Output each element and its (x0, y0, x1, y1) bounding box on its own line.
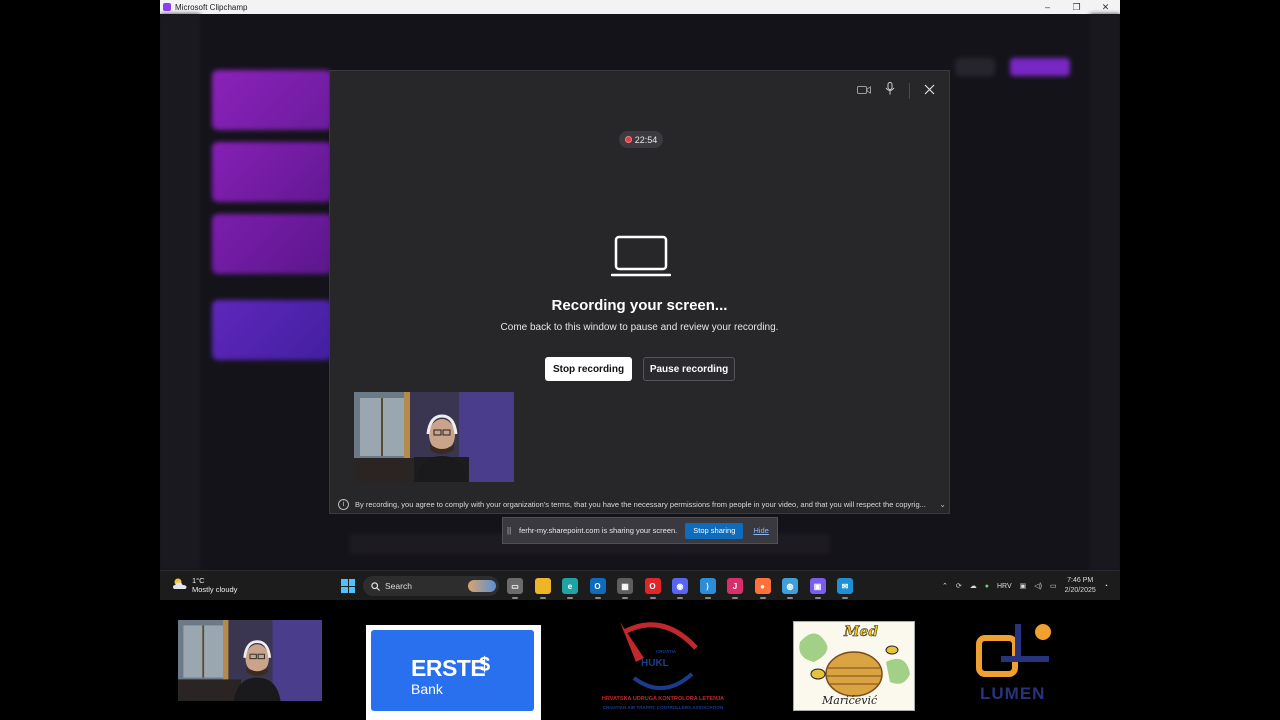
dialog-top-icons (857, 82, 935, 99)
edge-icon[interactable]: e (562, 578, 578, 599)
clipchamp-icon[interactable]: ▣ (809, 578, 826, 599)
start-button[interactable] (341, 579, 355, 593)
med-maricevic-logo: Med Marićević (793, 621, 915, 711)
record-dot-icon (624, 136, 632, 143)
hide-link[interactable]: Hide (753, 526, 768, 535)
task-view-icon[interactable]: ▭ (507, 578, 523, 599)
taskbar: 1°C Mostly cloudy Search ▭ e O ▦ O ◉ ⟩ J ● ◍ ▣ ✉ ⌃ … (160, 570, 1120, 600)
search-icon (371, 581, 380, 591)
hukl-line2: CROATIAN AIR TRAFFIC CONTROLLERS ASSOCIA… (602, 705, 724, 710)
right-rail (1090, 14, 1120, 570)
chevron-up-icon[interactable]: ⌃ (942, 582, 948, 590)
close-icon[interactable] (924, 83, 935, 99)
clipchamp-icon (163, 3, 171, 11)
info-icon: i (338, 498, 349, 510)
laptop-icon (611, 235, 671, 277)
left-rail (160, 14, 200, 570)
file-explorer-icon[interactable] (534, 578, 551, 599)
webcam-preview (354, 392, 514, 482)
recording-timer: 22:54 (619, 131, 663, 148)
template-thumbnail (212, 214, 332, 274)
recording-dialog: 22:54 Recording your screen... Come back… (329, 70, 950, 514)
mail-icon[interactable]: ✉ (837, 578, 853, 599)
erste-name: ERSTE (411, 655, 486, 681)
disclaimer-text: By recording, you agree to comply with y… (355, 499, 926, 509)
cloud-icon (173, 578, 187, 589)
network-icon[interactable]: ▣ (1020, 582, 1027, 590)
stop-recording-button[interactable]: Stop recording (545, 357, 632, 381)
toolbar-button (955, 58, 995, 76)
opera-icon[interactable]: O (644, 578, 661, 599)
window-title: Microsoft Clipchamp (175, 2, 248, 12)
hukl-logo: CROATIA HUKL HRVATSKA UDRUGA KONTROLORA … (584, 618, 742, 714)
weather-description: Mostly cloudy (192, 585, 238, 594)
template-thumbnail (212, 300, 332, 360)
microphone-tray-icon[interactable]: ● (985, 583, 989, 590)
clock[interactable]: 7:46 PM 2/20/2025 (1065, 576, 1096, 596)
search-label: Search (385, 581, 412, 591)
battery-icon[interactable]: ▭ (1050, 582, 1057, 590)
outlook-icon[interactable]: O (589, 578, 606, 599)
pause-recording-button[interactable]: Pause recording (643, 357, 735, 381)
screen-sharing-bar: || ferhr-my.sharepoint.com is sharing yo… (502, 517, 778, 544)
lumen-word: LUMEN (980, 684, 1046, 703)
lumen-logo: LUMEN (975, 620, 1057, 708)
notification-icon[interactable]: ◔ (1104, 583, 1108, 590)
camera-icon[interactable] (857, 83, 871, 99)
sharing-message: ferhr-my.sharepoint.com is sharing your … (519, 526, 678, 535)
med-brand: Med (844, 624, 879, 641)
hukl-emblem-icon (620, 622, 698, 691)
webcam-overlay (178, 620, 322, 701)
drag-handle-icon[interactable]: || (507, 526, 517, 535)
dialog-subtext: Come back to this window to pause and re… (500, 322, 779, 333)
firefox-icon[interactable]: ● (754, 578, 771, 599)
timer-value: 22:54 (634, 134, 658, 145)
clock-date: 2/20/2025 (1064, 587, 1096, 594)
discord-icon[interactable]: ◉ (672, 578, 688, 599)
weather-temp: 1°C (192, 576, 205, 585)
volume-icon[interactable]: ◁) (1034, 582, 1042, 590)
erste-bank-logo: ERSTE $ Bank (366, 625, 541, 720)
restore-button[interactable]: ❐ (1062, 2, 1091, 13)
disclaimer-row: i By recording, you agree to comply with… (338, 498, 946, 510)
weather-widget[interactable]: 1°C Mostly cloudy (172, 576, 237, 594)
language-indicator[interactable]: HRV (997, 583, 1012, 590)
chevron-down-icon[interactable]: ⌄ (939, 500, 946, 509)
sync-icon[interactable]: ⟳ (956, 582, 962, 590)
calculator-icon[interactable]: ▦ (617, 578, 633, 599)
stop-sharing-button[interactable]: Stop sharing (685, 522, 744, 539)
microphone-icon[interactable] (885, 82, 895, 99)
clock-time: 7:46 PM (1067, 577, 1094, 584)
template-thumbnail (212, 142, 332, 202)
hukl-croatia: CROATIA (656, 649, 677, 654)
template-thumbnail (212, 70, 332, 130)
erste-bank-text: Bank (411, 681, 443, 697)
jetbrains-icon[interactable]: J (727, 578, 743, 599)
search-highlight-image (468, 580, 496, 592)
export-button (1010, 58, 1070, 76)
med-family-name: Marićević (822, 694, 878, 707)
hukl-line1: HRVATSKA UDRUGA KONTROLORA LETENJA (601, 696, 725, 702)
divider (909, 82, 910, 99)
search-box[interactable]: Search (363, 576, 499, 596)
close-window-button[interactable]: ✕ (1091, 2, 1120, 13)
dialog-headline: Recording your screen... (551, 297, 728, 314)
onedrive-icon[interactable]: ☁ (970, 582, 977, 590)
lumen-emblem-icon (976, 624, 1051, 677)
globe-icon[interactable]: ◍ (782, 578, 798, 599)
erste-logo-panel: ERSTE $ Bank (371, 630, 534, 711)
desktop-screen: Microsoft Clipchamp – ❐ ✕ 22:54 Recordin… (160, 0, 1120, 600)
system-tray: ⌃ ⟳ ☁ ● HRV ▣ ◁) ▭ 7:46 PM 2/20/2025 ◔ (942, 576, 1108, 596)
hukl-name: HUKL (641, 658, 669, 669)
window-titlebar: Microsoft Clipchamp – ❐ ✕ (160, 0, 1120, 14)
vscode-icon[interactable]: ⟩ (699, 578, 716, 599)
erste-s-icon: $ (479, 654, 491, 676)
minimize-button[interactable]: – (1033, 2, 1062, 12)
